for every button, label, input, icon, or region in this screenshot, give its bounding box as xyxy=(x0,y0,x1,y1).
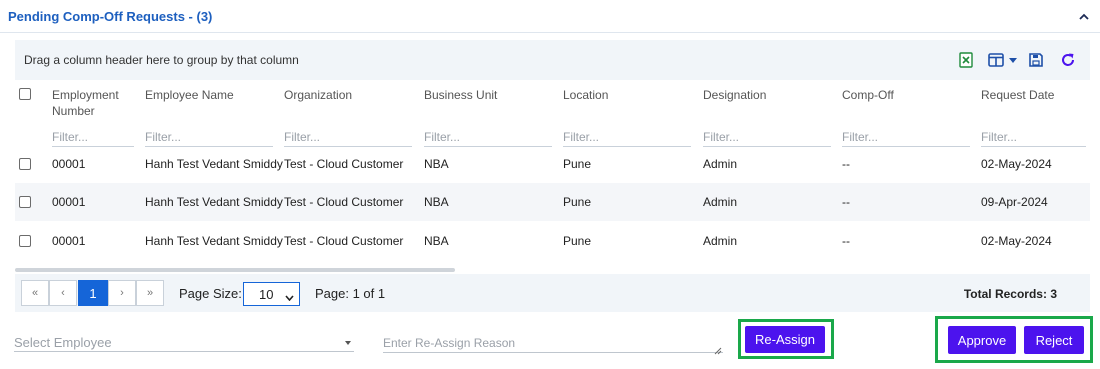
horizontal-scrollbar[interactable] xyxy=(15,268,455,272)
column-header-employment-number[interactable]: Employment Number xyxy=(52,87,132,119)
refresh-icon[interactable] xyxy=(1059,51,1077,69)
total-records: Total Records: 3 xyxy=(963,287,1057,301)
reject-button[interactable]: Reject xyxy=(1024,326,1084,354)
excel-export-icon[interactable] xyxy=(957,51,975,69)
reassign-reason-field[interactable] xyxy=(383,333,723,353)
panel-header: Pending Comp-Off Requests - (3) xyxy=(0,0,1100,33)
select-employee-dropdown[interactable]: Select Employee xyxy=(14,334,354,352)
cell-business-unit: NBA xyxy=(424,157,449,171)
requests-grid: Drag a column header here to group by th… xyxy=(15,40,1090,312)
cell-designation: Admin xyxy=(703,195,738,209)
column-header-comp-off[interactable]: Comp-Off xyxy=(842,87,894,103)
next-page-button[interactable]: › xyxy=(108,280,136,306)
cell-request-date: 02-May-2024 xyxy=(981,157,1052,171)
prev-page-button[interactable]: ‹ xyxy=(49,280,77,306)
select-all-checkbox[interactable] xyxy=(19,88,31,100)
column-header-designation[interactable]: Designation xyxy=(703,87,766,103)
reassign-button[interactable]: Re-Assign xyxy=(745,326,825,353)
page-size-select[interactable]: 10 xyxy=(243,282,300,306)
column-header-employee-name[interactable]: Employee Name xyxy=(145,87,234,103)
cell-employment-number: 00001 xyxy=(52,157,86,171)
cell-request-date: 02-May-2024 xyxy=(981,234,1052,248)
row-checkbox[interactable] xyxy=(19,235,31,247)
cell-designation: Admin xyxy=(703,157,738,171)
cell-organization: Test - Cloud Customer xyxy=(284,234,404,248)
cell-organization: Test - Cloud Customer xyxy=(284,157,404,171)
first-page-button[interactable]: « xyxy=(21,280,49,306)
chevron-down-icon xyxy=(285,289,294,304)
chevron-down-icon[interactable] xyxy=(1008,51,1018,69)
cell-designation: Admin xyxy=(703,234,738,248)
column-header-request-date[interactable]: Request Date xyxy=(981,87,1054,103)
cell-comp-off: -- xyxy=(842,157,850,171)
cell-employment-number: 00001 xyxy=(52,234,86,248)
columns-icon[interactable] xyxy=(986,51,1006,69)
cell-employee-name: Hanh Test Vedant Smiddy xyxy=(145,195,283,209)
select-employee-placeholder: Select Employee xyxy=(14,335,112,350)
cell-employee-name: Hanh Test Vedant Smiddy xyxy=(145,157,283,171)
row-checkbox[interactable] xyxy=(19,196,31,208)
table-row[interactable]: 00001 Hanh Test Vedant Smiddy Test - Clo… xyxy=(15,183,1090,221)
page-size-value: 10 xyxy=(259,287,274,302)
approve-button[interactable]: Approve xyxy=(948,326,1016,354)
column-header-business-unit[interactable]: Business Unit xyxy=(424,87,497,103)
last-page-button[interactable]: » xyxy=(136,280,164,306)
cell-employment-number: 00001 xyxy=(52,195,86,209)
cell-request-date: 09-Apr-2024 xyxy=(981,195,1048,209)
caret-down-icon xyxy=(345,341,351,345)
save-icon[interactable] xyxy=(1027,51,1045,69)
column-header-location[interactable]: Location xyxy=(563,87,608,103)
page-size-label: Page Size: xyxy=(179,286,242,301)
cell-comp-off: -- xyxy=(842,195,850,209)
row-checkbox[interactable] xyxy=(19,158,31,170)
panel-title: Pending Comp-Off Requests - (3) xyxy=(8,9,213,24)
table-row[interactable]: 00001 Hanh Test Vedant Smiddy Test - Clo… xyxy=(15,145,1090,183)
cell-employee-name: Hanh Test Vedant Smiddy xyxy=(145,234,283,248)
cell-organization: Test - Cloud Customer xyxy=(284,195,404,209)
page-info: Page: 1 of 1 xyxy=(315,286,386,301)
group-hint: Drag a column header here to group by th… xyxy=(24,53,299,67)
cell-location: Pune xyxy=(563,195,592,209)
pager-bar: « ‹ 1 › » Page Size: 10 Page: 1 of 1 Tot… xyxy=(15,274,1090,312)
table-row[interactable]: 00001 Hanh Test Vedant Smiddy Test - Clo… xyxy=(15,222,1090,260)
cell-business-unit: NBA xyxy=(424,234,449,248)
page-1-button[interactable]: 1 xyxy=(78,280,108,306)
cell-comp-off: -- xyxy=(842,234,850,248)
chevron-up-icon[interactable] xyxy=(1076,8,1092,24)
cell-location: Pune xyxy=(563,157,592,171)
resize-handle-icon[interactable] xyxy=(714,344,722,355)
cell-location: Pune xyxy=(563,234,592,248)
group-by-bar: Drag a column header here to group by th… xyxy=(15,40,1090,80)
column-header-organization[interactable]: Organization xyxy=(284,87,352,103)
cell-business-unit: NBA xyxy=(424,195,449,209)
